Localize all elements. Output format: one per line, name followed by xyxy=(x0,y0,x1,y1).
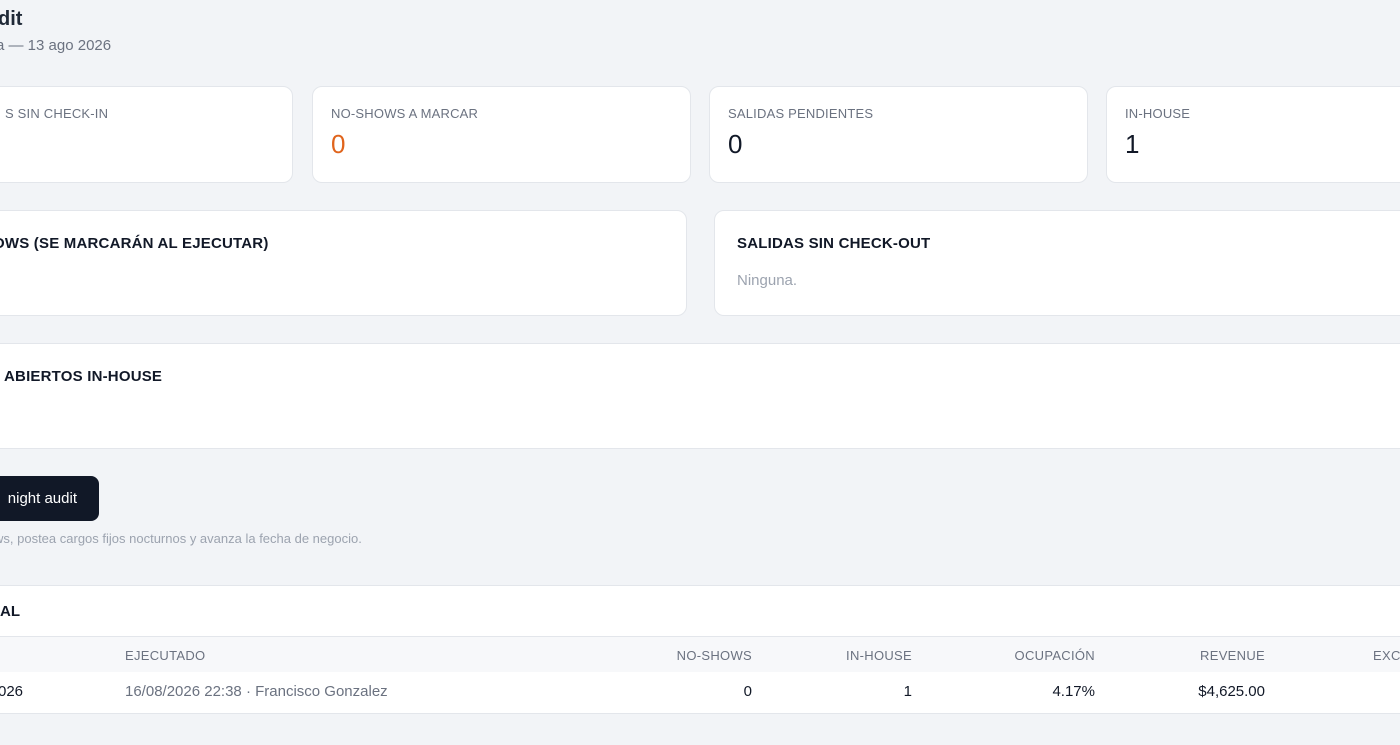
panel-noshows: OWS (SE MARCARÁN AL EJECUTAR) xyxy=(0,210,687,316)
cell-revenue: $4,625.00 xyxy=(1198,683,1265,700)
kpi-label: SALIDAS PENDIENTES xyxy=(728,106,874,121)
run-help-text: ws, postea cargos fijos nocturnos y avan… xyxy=(0,531,362,546)
col-header-ocupacion: OCUPACIÓN xyxy=(1014,648,1095,663)
table-row[interactable]: 026 16/08/2026 22:38 · Francisco Gonzale… xyxy=(0,672,1400,714)
kpi-card-noshows: NO-SHOWS A MARCAR 0 xyxy=(312,86,691,183)
run-night-audit-button[interactable]: night audit xyxy=(0,476,99,521)
cell-noshows: 0 xyxy=(743,683,752,700)
panel-title: ABIERTOS IN-HOUSE xyxy=(4,368,163,385)
col-header-revenue: REVENUE xyxy=(1200,648,1265,663)
col-header-inhouse: IN-HOUSE xyxy=(846,648,912,663)
kpi-label: IN-HOUSE xyxy=(1125,106,1191,121)
col-header-ejecutado: EJECUTADO xyxy=(125,648,206,663)
panel-title: SALIDAS SIN CHECK-OUT xyxy=(737,235,931,252)
panel-salidas-sin-checkout: SALIDAS SIN CHECK-OUT Ninguna. xyxy=(714,210,1400,316)
col-header-exc: EXC xyxy=(1373,648,1400,663)
kpi-card-sin-checkin: S SIN CHECK-IN xyxy=(0,86,293,183)
col-header-noshows: NO-SHOWS xyxy=(676,648,752,663)
kpi-label: NO-SHOWS A MARCAR xyxy=(331,106,479,121)
kpi-label: S SIN CHECK-IN xyxy=(5,106,109,121)
panel-folios-abiertos: ABIERTOS IN-HOUSE . xyxy=(0,343,1400,449)
cell-fecha: 026 xyxy=(0,683,24,700)
kpi-value: 0 xyxy=(728,129,743,159)
history-section: AL xyxy=(0,585,1400,637)
history-title: AL xyxy=(0,603,20,620)
kpi-value: 1 xyxy=(1125,129,1140,159)
kpi-card-salidas: SALIDAS PENDIENTES 0 xyxy=(709,86,1088,183)
page-subtitle: a — 13 ago 2026 xyxy=(0,37,112,54)
history-table-header: EJECUTADO NO-SHOWS IN-HOUSE OCUPACIÓN RE… xyxy=(0,636,1400,672)
panel-empty-text: Ninguna. xyxy=(737,272,798,289)
page-title: dit xyxy=(0,8,23,30)
kpi-card-inhouse: IN-HOUSE 1 xyxy=(1106,86,1400,183)
cell-inhouse: 1 xyxy=(903,683,912,700)
panel-title: OWS (SE MARCARÁN AL EJECUTAR) xyxy=(0,235,269,252)
kpi-value: 0 xyxy=(331,129,346,159)
cell-ocupacion: 4.17% xyxy=(1052,683,1095,700)
cell-ejecutado: 16/08/2026 22:38 · Francisco Gonzalez xyxy=(125,683,388,700)
